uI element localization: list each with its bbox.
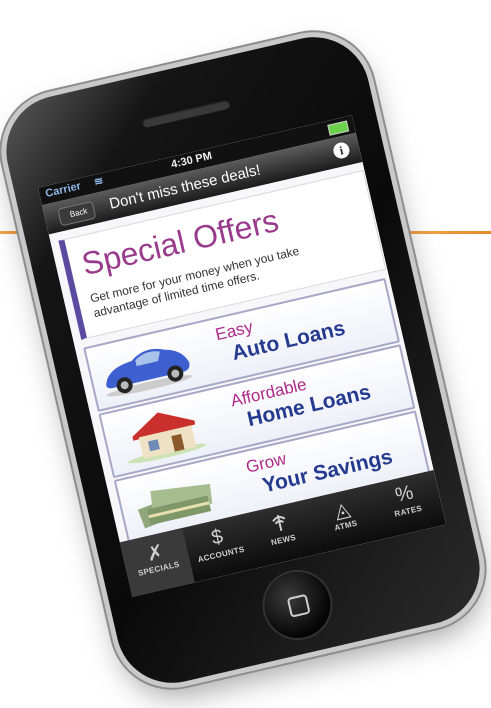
battery-icon	[327, 120, 350, 136]
back-button[interactable]: Back	[57, 200, 97, 227]
wifi-icon: ≋	[93, 174, 105, 189]
phone-device: Carrier ≋ 4:30 PM Back Don't miss these …	[0, 26, 491, 694]
accent-line-right	[410, 231, 491, 234]
car-image	[106, 348, 193, 397]
house-image	[128, 412, 207, 464]
info-icon[interactable]: i	[331, 140, 351, 161]
home-square-icon	[286, 593, 311, 618]
